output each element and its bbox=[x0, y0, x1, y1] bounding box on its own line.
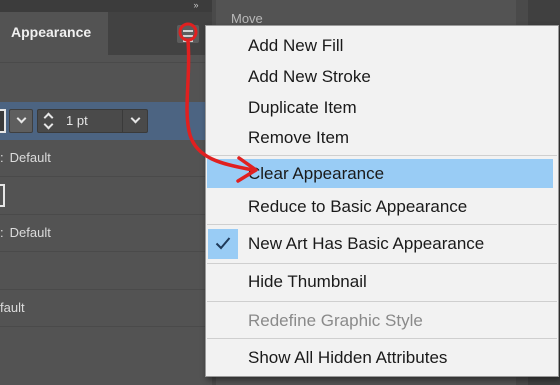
stroke-color-dropdown[interactable] bbox=[9, 109, 33, 133]
appearance-panel: » Appearance 1 pt : Default: Default fa… bbox=[0, 0, 212, 385]
stroke-row[interactable]: 1 pt bbox=[0, 102, 212, 140]
menu-item-label: New Art Has Basic Appearance bbox=[248, 234, 485, 253]
menu-item-reduce-to-basic-appearance[interactable]: Reduce to Basic Appearance bbox=[206, 192, 558, 221]
stroke-weight-dropdown[interactable] bbox=[122, 110, 148, 132]
menu-item-label: Hide Thumbnail bbox=[248, 272, 367, 291]
chevron-down-icon bbox=[43, 119, 54, 130]
menu-divider bbox=[207, 338, 557, 339]
menu-item-label: Remove Item bbox=[248, 128, 350, 147]
collapse-panels-icon[interactable]: » bbox=[186, 0, 206, 10]
menu-item-redefine-graphic-style: Redefine Graphic Style bbox=[206, 306, 558, 335]
fill-opacity-value: : Default bbox=[0, 225, 51, 240]
menu-item-clear-appearance[interactable]: Clear Appearance bbox=[207, 159, 553, 188]
menu-item-label: Redefine Graphic Style bbox=[248, 311, 423, 330]
object-opacity-row[interactable]: fault bbox=[0, 290, 212, 327]
checkmark-icon bbox=[215, 237, 231, 250]
menu-divider bbox=[207, 224, 557, 225]
menu-item-label: Add New Stroke bbox=[248, 67, 371, 86]
menu-item-remove-item[interactable]: Remove Item bbox=[206, 123, 558, 152]
tab-appearance[interactable]: Appearance bbox=[0, 12, 108, 55]
divider bbox=[0, 62, 212, 63]
menu-item-label: Reduce to Basic Appearance bbox=[248, 197, 468, 216]
menu-item-hide-thumbnail[interactable]: Hide Thumbnail bbox=[206, 267, 558, 296]
object-opacity-label: fault bbox=[0, 300, 25, 315]
menu-item-add-new-fill[interactable]: Add New Fill bbox=[206, 31, 558, 60]
menu-item-label: Show All Hidden Attributes bbox=[248, 348, 448, 367]
appearance-context-menu: Add New Fill Add New Stroke Duplicate It… bbox=[205, 25, 559, 377]
hamburger-icon-line bbox=[183, 40, 193, 42]
checkmark-box bbox=[208, 229, 238, 259]
stroke-weight-stepper[interactable] bbox=[40, 111, 60, 131]
menu-item-duplicate-item[interactable]: Duplicate Item bbox=[206, 93, 558, 122]
menu-item-add-new-stroke[interactable]: Add New Stroke bbox=[206, 62, 558, 91]
opacity-label: Default bbox=[9, 150, 51, 165]
menu-item-show-all-hidden-attributes[interactable]: Show All Hidden Attributes bbox=[206, 343, 558, 372]
chevron-down-icon bbox=[16, 113, 26, 124]
stroke-weight-value[interactable]: 1 pt bbox=[66, 113, 88, 128]
hamburger-icon bbox=[183, 30, 193, 32]
hamburger-icon-line bbox=[183, 35, 193, 37]
menu-divider bbox=[207, 263, 557, 264]
blank-row[interactable] bbox=[0, 253, 212, 290]
panel-menu-button[interactable] bbox=[177, 25, 199, 43]
colon-glyph: : bbox=[0, 150, 4, 165]
menu-divider bbox=[207, 155, 557, 156]
menu-item-label: Add New Fill bbox=[248, 36, 344, 55]
menu-divider bbox=[207, 301, 557, 302]
colon-glyph: : bbox=[0, 225, 4, 240]
stroke-swatch[interactable] bbox=[0, 109, 6, 133]
fill-opacity-row[interactable]: : Default bbox=[0, 215, 212, 252]
fill-row[interactable] bbox=[0, 178, 212, 215]
chevron-down-icon bbox=[130, 113, 141, 124]
opacity-row[interactable]: : Default bbox=[0, 140, 212, 177]
transform-panel-title: Move bbox=[231, 11, 263, 26]
panel-dock-strip: » bbox=[0, 0, 212, 12]
stroke-weight-field[interactable]: 1 pt bbox=[37, 109, 148, 133]
fill-opacity-label: Default bbox=[9, 225, 51, 240]
menu-item-label: Clear Appearance bbox=[248, 164, 385, 183]
fill-swatch[interactable] bbox=[0, 184, 5, 207]
menu-item-label: Duplicate Item bbox=[248, 98, 357, 117]
opacity-value: : Default bbox=[0, 150, 51, 165]
menu-item-new-art-has-basic-appearance[interactable]: New Art Has Basic Appearance bbox=[206, 229, 558, 259]
